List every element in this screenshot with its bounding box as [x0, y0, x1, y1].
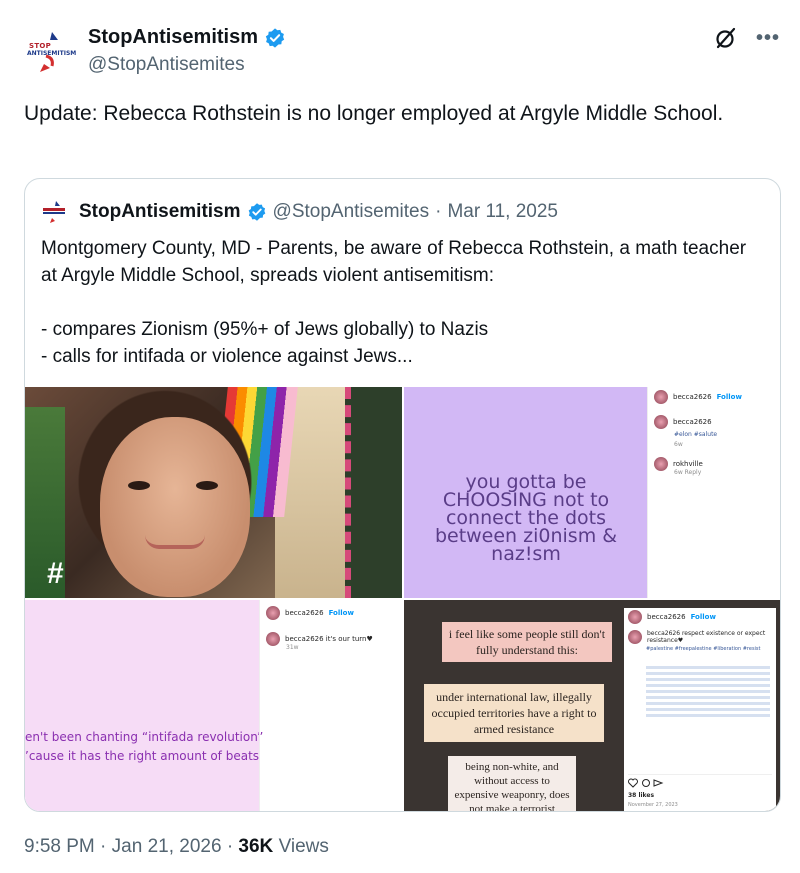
comment-row: becca2626 it's our turn♥ — [266, 632, 373, 646]
face — [100, 417, 250, 597]
quoted-separator: · — [435, 201, 442, 222]
post-author: becca2626 — [647, 613, 686, 621]
avatar — [628, 630, 642, 644]
quoted-tweet[interactable]: StopAntisemitism @StopAntisemites · Mar … — [24, 178, 781, 812]
note-card-1: i feel like some people still don't full… — [442, 622, 612, 662]
left-eye — [128, 481, 150, 490]
stop-antisemitism-logo-icon — [43, 201, 65, 223]
quoted-tweet-header: StopAntisemitism @StopAntisemites · Mar … — [41, 199, 558, 225]
quoted-author-avatar[interactable] — [41, 199, 67, 225]
tweet-time[interactable]: 9:58 PM — [24, 836, 95, 857]
meta-separator: · — [226, 836, 234, 857]
author-display-name[interactable]: StopAntisemitism — [88, 26, 258, 49]
verified-badge-icon — [265, 27, 285, 48]
post-comments-panel: becca2626 Follow becca2626 respect exist… — [624, 608, 776, 811]
note-card-2: under international law, illegally occup… — [424, 684, 604, 742]
avatar — [266, 632, 280, 646]
tweet-header: STOP ANTISEMITISM StopAntisemitism @Stop… — [24, 22, 780, 82]
selfie-overlay-hash: # — [47, 557, 64, 590]
comment-user: becca2626 — [673, 418, 712, 426]
post-graphic-text: you gotta be CHOOSING not to connect the… — [434, 471, 618, 565]
post-author-row: becca2626 Follow — [266, 606, 354, 620]
post-author-row: becca2626 Follow — [628, 610, 716, 624]
post-date: November 27, 2023 — [628, 802, 678, 808]
post-author: becca2626 — [285, 609, 324, 617]
follow-link: Follow — [690, 613, 716, 621]
post-tags: #palestine #freepalestine #liberation #r… — [646, 646, 761, 652]
views-count: 36K — [238, 836, 274, 857]
comment-text-block — [646, 666, 770, 718]
post-graphic: you gotta be CHOOSING not to connect the… — [404, 387, 647, 598]
post-author: becca2626 — [673, 393, 712, 401]
views-label: Views — [278, 836, 329, 857]
wall-banner — [345, 387, 402, 598]
post-author-row: becca2626 Follow — [654, 390, 742, 404]
avatar — [654, 390, 668, 404]
avatar-logo-text-bottom: ANTISEMITISM — [27, 50, 77, 57]
post-caption: becca2626 respect existence or expect re… — [647, 630, 766, 644]
note-card-3: being non-white, and without access to e… — [448, 756, 576, 811]
comment-time: 31w — [286, 644, 299, 651]
verified-badge-icon — [248, 203, 265, 221]
tweet-top-actions: ••• — [714, 26, 780, 50]
quoted-date[interactable]: Mar 11, 2025 — [447, 201, 558, 223]
author-avatar[interactable]: STOP ANTISEMITISM — [24, 28, 76, 76]
caption-row: becca2626 respect existence or expect re… — [628, 630, 776, 644]
reply-user: rokhville — [673, 460, 703, 468]
post-graphic: en't been chanting “intifada revolution”… — [25, 600, 264, 811]
quoted-author-handle[interactable]: @StopAntisemites — [273, 201, 430, 223]
media-image-instagram-post-3[interactable]: i feel like some people still don't full… — [404, 600, 780, 811]
comment-text: becca2626 it's our turn♥ — [285, 635, 373, 643]
avatar-logo-text-top: STOP — [29, 42, 52, 50]
quoted-author-display-name[interactable]: StopAntisemitism — [79, 201, 241, 223]
grok-icon[interactable] — [714, 26, 738, 50]
author-handle[interactable]: @StopAntisemites — [88, 54, 245, 76]
comment-tags: #elon #salute — [674, 431, 718, 438]
instagram-action-icons — [628, 778, 664, 788]
quoted-tweet-text: Montgomery County, MD - Parents, be awar… — [41, 238, 747, 367]
avatar — [654, 415, 668, 429]
tweet-meta: 9:58 PM · Jan 21, 2026 · 36K Views — [24, 836, 329, 858]
avatar — [266, 606, 280, 620]
reply-meta: 6w Reply — [674, 469, 702, 476]
media-image-instagram-post-1[interactable]: you gotta be CHOOSING not to connect the… — [404, 387, 780, 598]
avatar — [628, 610, 642, 624]
meta-separator: · — [100, 836, 107, 857]
tweet-text: Update: Rebecca Rothstein is no longer e… — [24, 102, 724, 125]
media-image-selfie[interactable]: # — [25, 387, 402, 598]
right-eye — [196, 481, 218, 490]
comment-row: becca2626 — [654, 415, 712, 429]
follow-link: Follow — [328, 609, 354, 617]
avatar — [654, 457, 668, 471]
likes-count: 38 likes — [628, 792, 655, 799]
post-comments-panel: becca2626 Follow becca2626 #elon #salute… — [647, 387, 780, 598]
author-name-row: StopAntisemitism — [88, 26, 286, 49]
follow-link: Follow — [716, 393, 742, 401]
comment-time: 6w — [674, 441, 683, 448]
post-graphic-text: en't been chanting “intifada revolution”… — [25, 730, 264, 763]
tweet-date[interactable]: Jan 21, 2026 — [112, 836, 222, 857]
mouth — [145, 535, 205, 549]
divider — [628, 774, 772, 775]
quoted-media-grid: # you gotta be CHOOSING not to connect t… — [25, 387, 780, 811]
post-comments-panel: becca2626 Follow becca2626 it's our turn… — [259, 600, 402, 811]
media-image-instagram-post-2[interactable]: en't been chanting “intifada revolution”… — [25, 600, 402, 811]
more-icon[interactable]: ••• — [756, 28, 780, 48]
